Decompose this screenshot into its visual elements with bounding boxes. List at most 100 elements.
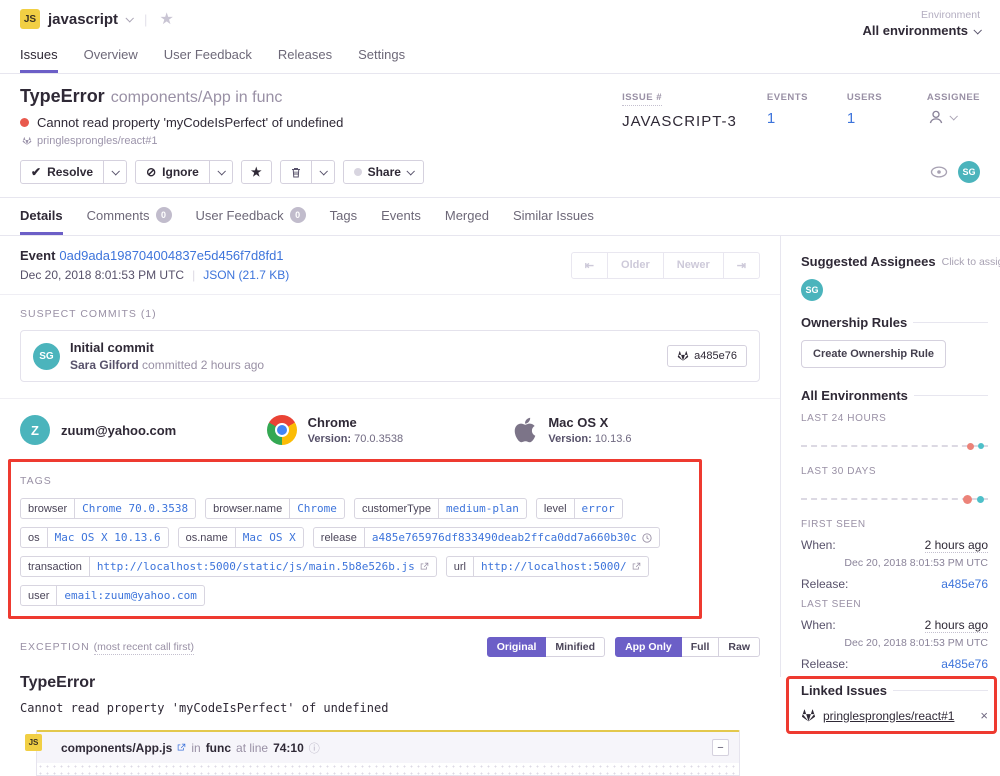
chevron-down-icon xyxy=(949,112,957,120)
event-contexts: Z zuum@yahoo.com Chrome Version: 70.0.35… xyxy=(0,398,780,462)
share-status-dot-icon xyxy=(354,168,362,176)
tag-customer-type[interactable]: customerTypemedium-plan xyxy=(354,498,527,519)
toggle-raw[interactable]: Raw xyxy=(718,637,760,657)
first-seen-release-link[interactable]: a485e76 xyxy=(941,577,988,591)
ignore-dropdown-button[interactable] xyxy=(209,160,233,184)
first-seen-absolute: Dec 20, 2018 8:01:53 PM UTC xyxy=(801,557,988,569)
issue-number-label: ISSUE # xyxy=(622,92,662,106)
events-label: EVENTS xyxy=(767,92,808,103)
tab-tags[interactable]: Tags xyxy=(330,207,357,235)
user-avatar: Z xyxy=(20,415,50,445)
issue-message: Cannot read property 'myCodeIsPerfect' o… xyxy=(37,115,343,130)
event-id-link[interactable]: 0ad9ada198704004837e5d456f7d8fd1 xyxy=(59,248,283,263)
commit-author-avatar: SG xyxy=(33,343,60,370)
bookmark-star-icon[interactable]: ★ xyxy=(159,9,173,29)
star-button[interactable]: ★ xyxy=(241,160,272,184)
event-pagination: ⇤ Older Newer ⇥ xyxy=(571,252,760,279)
issue-type: TypeError xyxy=(20,86,105,106)
ignore-button[interactable]: ⊘Ignore xyxy=(135,160,210,184)
user-feedback-count-badge: 0 xyxy=(290,207,306,223)
exception-heading-note: (most recent call first) xyxy=(94,641,194,655)
suspect-commits-section: SUSPECT COMMITS (1) SG Initial commit Sa… xyxy=(0,295,780,382)
share-button[interactable]: Share xyxy=(343,160,424,184)
project-name[interactable]: javascript xyxy=(48,11,118,28)
tab-events[interactable]: Events xyxy=(381,207,421,235)
linked-issue-link[interactable]: pringlesprongles/react#1 xyxy=(823,709,973,723)
delete-button[interactable] xyxy=(280,160,312,184)
context-user: Z zuum@yahoo.com xyxy=(20,415,267,445)
eye-icon[interactable] xyxy=(930,166,948,178)
delete-dropdown-button[interactable] xyxy=(311,160,335,184)
users-count[interactable]: 1 xyxy=(847,110,855,127)
latest-event-button[interactable]: ⇥ xyxy=(723,252,760,279)
first-seen-heading: FIRST SEEN xyxy=(801,519,988,530)
events-count[interactable]: 1 xyxy=(767,110,775,127)
toggle-minified[interactable]: Minified xyxy=(545,637,605,657)
nav-item-releases[interactable]: Releases xyxy=(278,47,332,73)
project-nav: Issues Overview User Feedback Releases S… xyxy=(20,47,980,73)
create-ownership-rule-button[interactable]: Create Ownership Rule xyxy=(801,340,946,368)
oldest-event-button[interactable]: ⇤ xyxy=(571,252,608,279)
linked-issues-title: Linked Issues xyxy=(801,683,887,698)
last-seen-heading: LAST SEEN xyxy=(801,599,988,610)
mute-icon: ⊘ xyxy=(146,165,156,179)
older-event-button[interactable]: Older xyxy=(607,252,664,279)
tag-browser-name[interactable]: browser.nameChrome xyxy=(205,498,345,519)
comments-count-badge: 0 xyxy=(156,207,172,223)
tag-os-name[interactable]: os.nameMac OS X xyxy=(178,527,304,548)
tab-user-feedback[interactable]: User Feedback0 xyxy=(196,207,306,235)
nav-item-settings[interactable]: Settings xyxy=(358,47,405,73)
event-json-link[interactable]: JSON (21.7 KB) xyxy=(203,268,289,282)
collapse-frame-button[interactable]: − xyxy=(712,739,729,756)
external-link-icon[interactable] xyxy=(177,743,186,752)
tag-transaction[interactable]: transactionhttp://localhost:5000/static/… xyxy=(20,556,437,577)
nav-item-user-feedback[interactable]: User Feedback xyxy=(164,47,252,73)
toggle-original[interactable]: Original xyxy=(487,637,547,657)
click-to-assign-note: Click to assign xyxy=(942,256,1000,268)
environment-selector[interactable]: All environments xyxy=(863,23,980,38)
tag-release[interactable]: releasea485e765976df833490deab2ffca0dd7a… xyxy=(313,527,660,548)
tab-comments[interactable]: Comments0 xyxy=(87,207,172,235)
toggle-full[interactable]: Full xyxy=(681,637,720,657)
os-name: Mac OS X xyxy=(548,415,631,430)
stack-frame-header[interactable]: components/App.js in func at line 74:10 … xyxy=(37,732,739,763)
tab-similar-issues[interactable]: Similar Issues xyxy=(513,207,594,235)
assignee-dropdown[interactable] xyxy=(927,108,980,126)
tag-level[interactable]: levelerror xyxy=(536,498,623,519)
commit-sha-button[interactable]: a485e76 xyxy=(667,345,747,367)
context-browser: Chrome Version: 70.0.3538 xyxy=(267,415,514,445)
frame-source-context xyxy=(37,763,739,775)
tab-merged[interactable]: Merged xyxy=(445,207,489,235)
tab-details[interactable]: Details xyxy=(20,207,63,235)
frame-function: func xyxy=(206,741,231,755)
suggested-assignee-avatar[interactable]: SG xyxy=(801,279,823,301)
newer-event-button[interactable]: Newer xyxy=(663,252,724,279)
close-icon[interactable]: × xyxy=(980,708,988,723)
issue-annotation[interactable]: pringlesprongles/react#1 xyxy=(37,135,157,147)
users-label: USERS xyxy=(847,92,882,103)
spike-dot-red xyxy=(963,495,972,504)
issue-number: JAVASCRIPT-3 xyxy=(622,113,737,130)
browser-version: 70.0.3538 xyxy=(354,433,403,445)
js-platform-icon: JS xyxy=(25,734,42,751)
issue-header: TypeErrorcomponents/App in func Cannot r… xyxy=(0,74,1000,198)
tag-os[interactable]: osMac OS X 10.13.6 xyxy=(20,527,169,548)
app-header: JS javascript | ★ Environment All enviro… xyxy=(0,0,1000,74)
project-platform-icon: JS xyxy=(20,9,40,29)
resolve-button[interactable]: ✔Resolve xyxy=(20,160,104,184)
chevron-down-icon[interactable] xyxy=(126,14,134,22)
tag-browser[interactable]: browserChrome 70.0.3538 xyxy=(20,498,196,519)
nav-item-overview[interactable]: Overview xyxy=(84,47,138,73)
commit-title: Initial commit xyxy=(70,340,657,355)
viewer-avatar[interactable]: SG xyxy=(958,161,980,183)
tag-url[interactable]: urlhttp://localhost:5000/ xyxy=(446,556,649,577)
nav-item-issues[interactable]: Issues xyxy=(20,47,58,73)
environment-value: All environments xyxy=(863,23,968,38)
info-icon[interactable]: ⓘ xyxy=(309,740,320,756)
toggle-app-only[interactable]: App Only xyxy=(615,637,682,657)
last-seen-release-link[interactable]: a485e76 xyxy=(941,657,988,671)
tag-user[interactable]: useremail:zuum@yahoo.com xyxy=(20,585,205,606)
linked-issues-section: Linked Issues pringlesprongles/react#1 × xyxy=(801,683,988,723)
resolve-dropdown-button[interactable] xyxy=(103,160,127,184)
apple-icon xyxy=(513,416,537,444)
